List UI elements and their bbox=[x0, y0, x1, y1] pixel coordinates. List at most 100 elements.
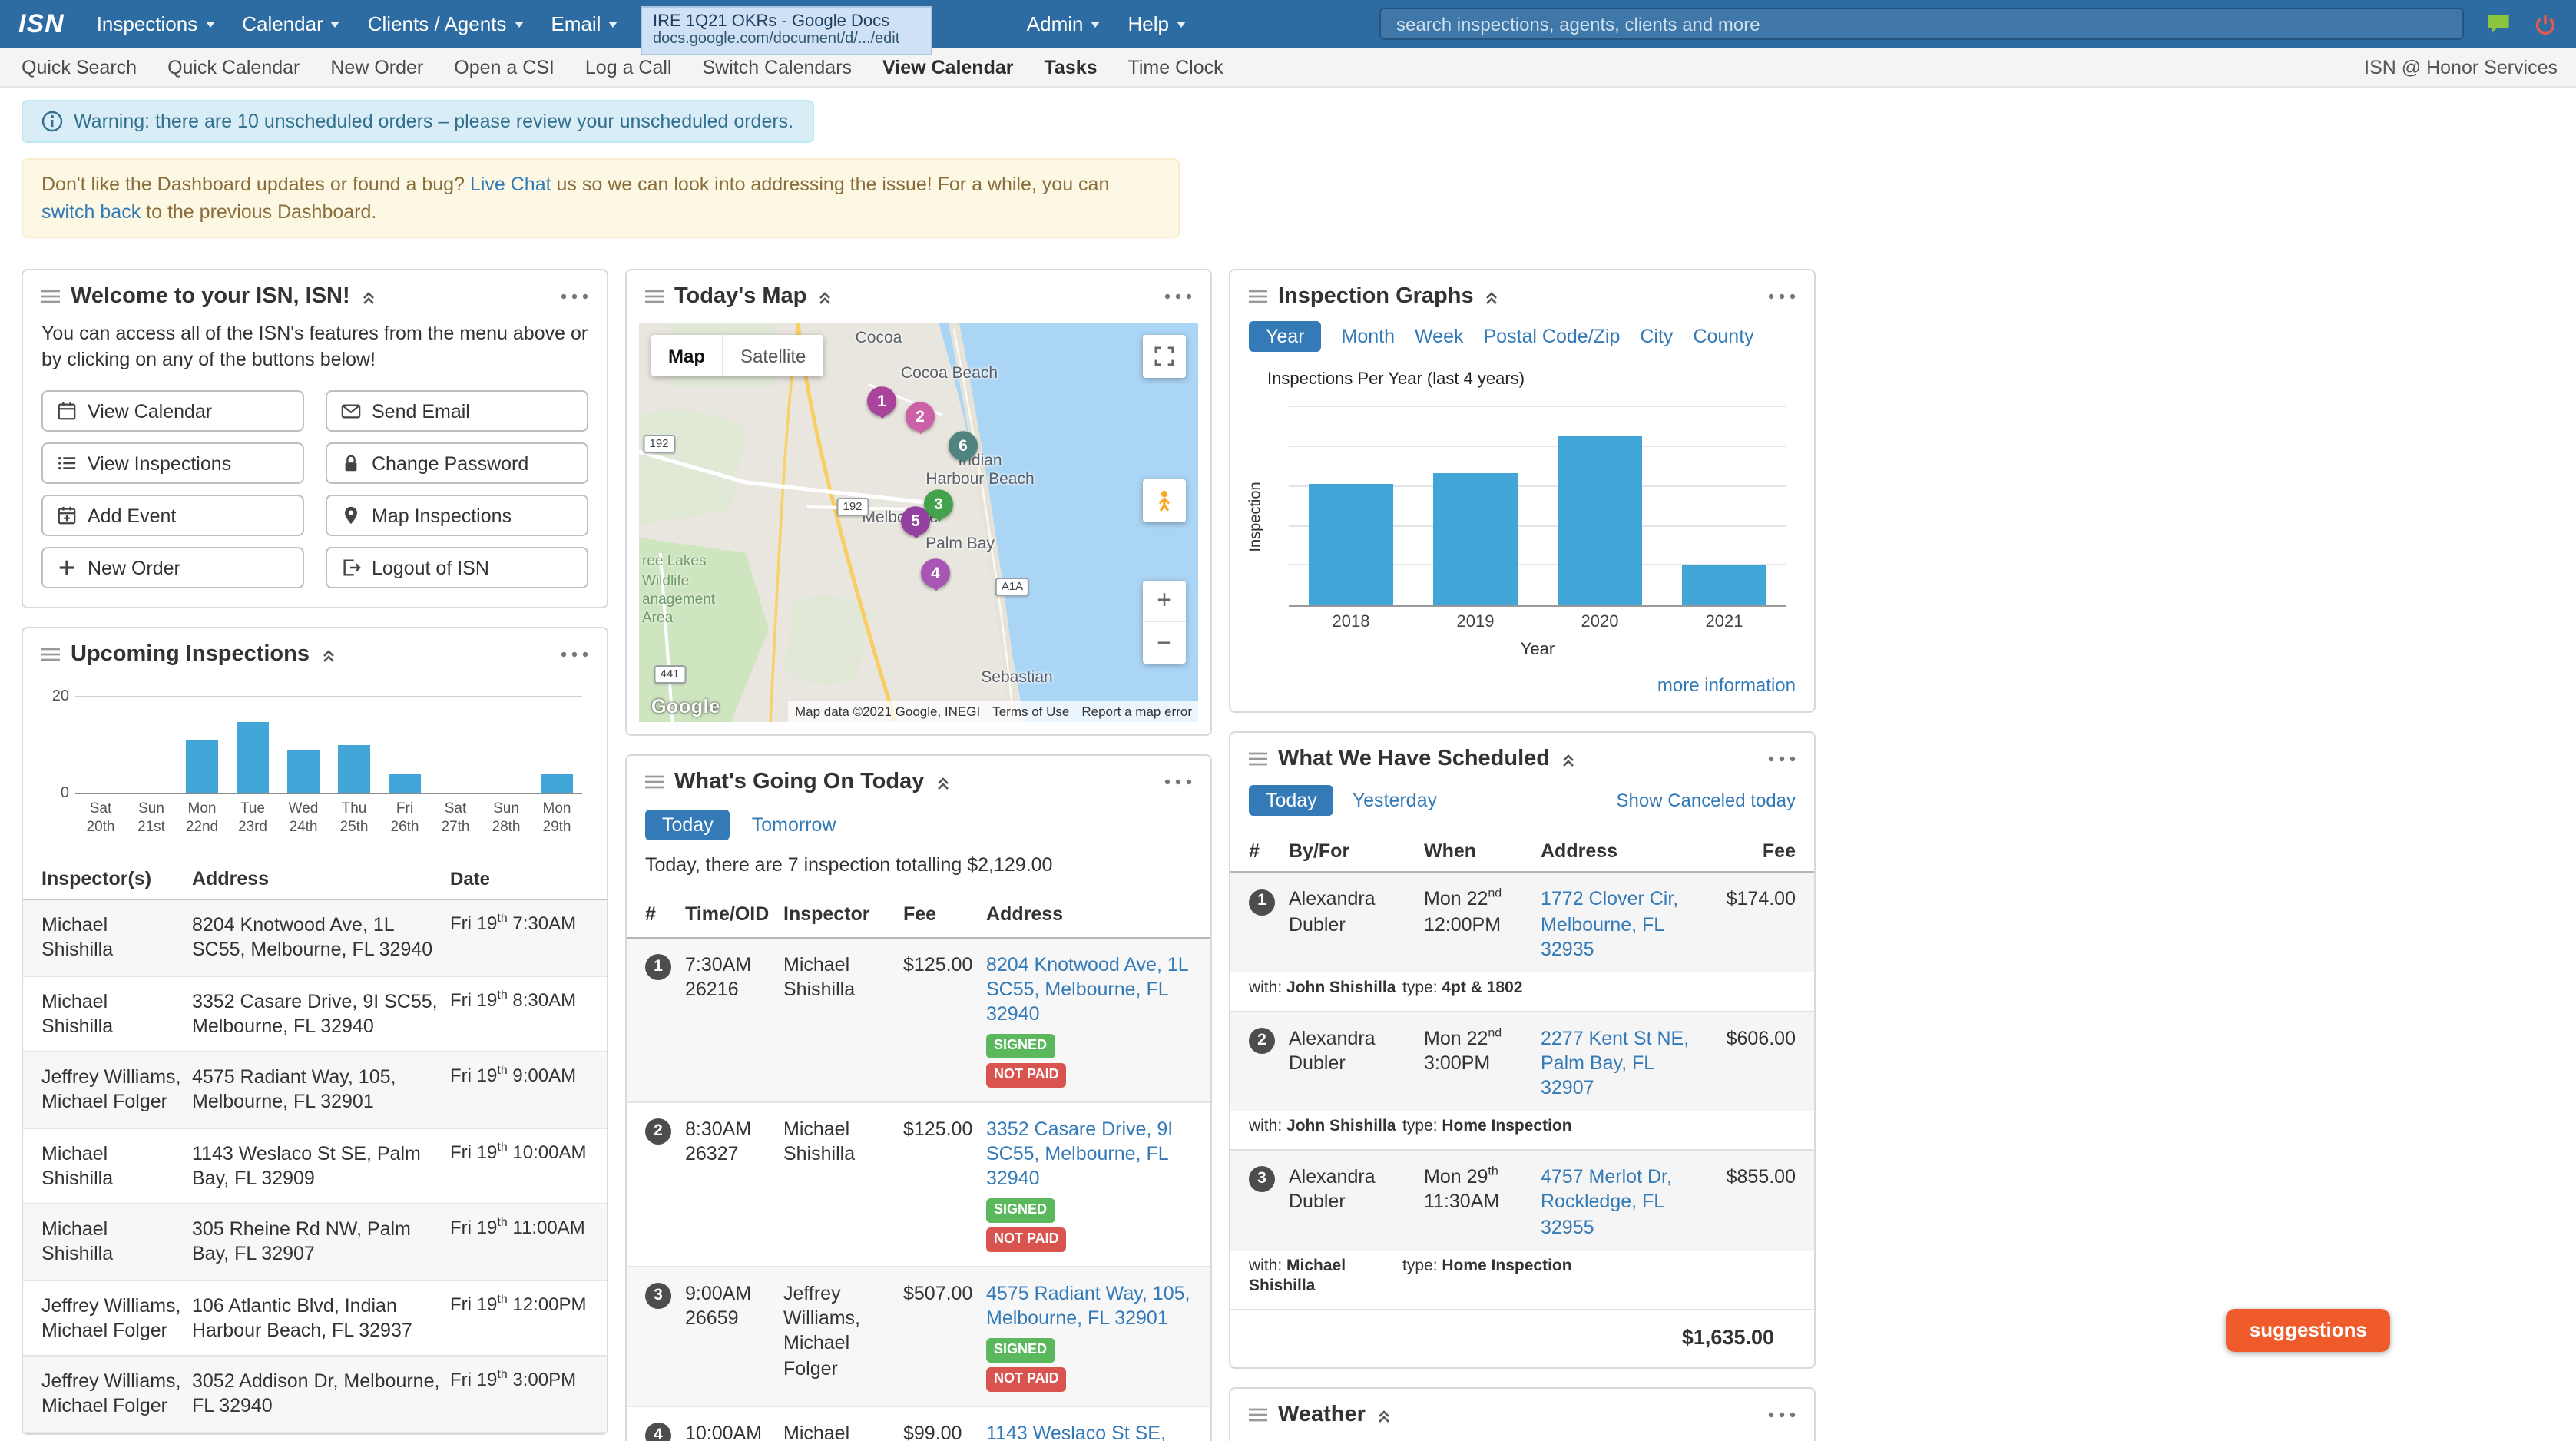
collapse-icon[interactable] bbox=[1561, 754, 1576, 769]
more-information-row: more information bbox=[1230, 672, 1814, 712]
tab-month[interactable]: Month bbox=[1342, 326, 1396, 348]
address-link[interactable]: 3352 Casare Drive, 9I SC55, Melbourne, F… bbox=[986, 1118, 1173, 1189]
address-link[interactable]: 8204 Knotwood Ave, 1L SC55, Melbourne, F… bbox=[986, 953, 1188, 1025]
subnav-item-tasks[interactable]: Tasks bbox=[1029, 56, 1113, 78]
nav-menu-help[interactable]: Help bbox=[1114, 0, 1200, 48]
collapse-icon[interactable] bbox=[817, 291, 833, 306]
column-header: # bbox=[645, 903, 656, 926]
link-preview-tooltip: IRE 1Q21 OKRs - Google Docs docs.google.… bbox=[641, 6, 932, 55]
tab-city[interactable]: City bbox=[1640, 326, 1673, 348]
subnav-item-quick-calendar[interactable]: Quick Calendar bbox=[152, 56, 315, 78]
zoom-out-button[interactable]: − bbox=[1143, 623, 1186, 664]
power-icon[interactable] bbox=[2533, 12, 2558, 36]
lock-icon bbox=[345, 455, 357, 472]
subnav-item-log-a-call[interactable]: Log a Call bbox=[570, 56, 687, 78]
table-row: Jeffrey Williams, Michael Folger 3052 Ad… bbox=[23, 1357, 607, 1433]
view-calendar-button[interactable]: View Calendar bbox=[41, 390, 304, 432]
map-label-sebastian: Sebastian bbox=[981, 668, 1053, 687]
nav-menu-email[interactable]: Email bbox=[537, 0, 631, 48]
live-chat-link[interactable]: Live Chat bbox=[470, 174, 551, 195]
tab-year[interactable]: Year bbox=[1249, 321, 1322, 353]
drag-handle-icon[interactable] bbox=[1249, 1407, 1267, 1423]
card-menu-icon[interactable] bbox=[1164, 780, 1192, 786]
logout-button[interactable]: Logout of ISN bbox=[326, 547, 588, 588]
satellite-view-button[interactable]: Satellite bbox=[722, 335, 823, 377]
map-view-button[interactable]: Map bbox=[651, 336, 722, 377]
card-menu-icon[interactable] bbox=[561, 294, 588, 300]
switch-back-link[interactable]: switch back bbox=[41, 201, 141, 223]
type-label: type: bbox=[1402, 1117, 1438, 1136]
view-inspections-button[interactable]: View Inspections bbox=[41, 442, 304, 484]
report-map-error-link[interactable]: Report a map error bbox=[1075, 701, 1198, 723]
column-header: Date bbox=[450, 868, 491, 889]
nav-menu-calendar[interactable]: Calendar bbox=[228, 0, 354, 48]
map-inspections-button[interactable]: Map Inspections bbox=[326, 495, 588, 536]
tab-county[interactable]: County bbox=[1693, 326, 1753, 348]
new-order-button[interactable]: New Order bbox=[41, 547, 304, 588]
drag-handle-icon[interactable] bbox=[645, 290, 664, 305]
map-marker-2[interactable]: 2 bbox=[906, 402, 935, 432]
address-link[interactable]: 2277 Kent St NE, Palm Bay, FL 32907 bbox=[1541, 1027, 1689, 1098]
address-link[interactable]: 4575 Radiant Way, 105, Melbourne, FL 329… bbox=[986, 1283, 1190, 1330]
map-label-cocoa: Cocoa bbox=[855, 329, 902, 348]
chat-icon[interactable] bbox=[2485, 11, 2511, 37]
more-information-link[interactable]: more information bbox=[1657, 675, 1796, 697]
fee-cell: $99.00 bbox=[903, 1422, 962, 1441]
nav-menu-clients-agents[interactable]: Clients / Agents bbox=[354, 0, 538, 48]
show-canceled-link[interactable]: Show Canceled today bbox=[1617, 790, 1796, 812]
drag-handle-icon[interactable] bbox=[1249, 752, 1267, 767]
chevron-down-icon bbox=[608, 21, 618, 27]
tab-today[interactable]: Today bbox=[645, 810, 730, 841]
search-input[interactable] bbox=[1379, 8, 2464, 40]
change-password-button[interactable]: Change Password bbox=[326, 442, 588, 484]
card-menu-icon[interactable] bbox=[561, 651, 588, 658]
map-marker-6[interactable]: 6 bbox=[949, 431, 978, 461]
tab-tomorrow[interactable]: Tomorrow bbox=[752, 815, 836, 836]
zoom-in-button[interactable]: + bbox=[1143, 581, 1186, 623]
card-menu-icon[interactable] bbox=[1768, 294, 1796, 300]
collapse-icon[interactable] bbox=[1485, 291, 1500, 306]
collapse-icon[interactable] bbox=[935, 777, 950, 792]
tab-postal-code-zip[interactable]: Postal Code/Zip bbox=[1484, 326, 1621, 348]
map-marker-1[interactable]: 1 bbox=[867, 386, 896, 416]
tab-week[interactable]: Week bbox=[1415, 326, 1463, 348]
drag-handle-icon[interactable] bbox=[41, 290, 60, 305]
collapse-icon[interactable] bbox=[320, 648, 336, 664]
nav-menu-inspections[interactable]: Inspections bbox=[83, 0, 229, 48]
subnav-item-switch-calendars[interactable]: Switch Calendars bbox=[687, 56, 868, 78]
collapse-icon[interactable] bbox=[1376, 1409, 1392, 1424]
address-link[interactable]: 4757 Merlot Dr, Rockledge, FL 32955 bbox=[1541, 1166, 1672, 1237]
chart-category-label: 2018 bbox=[1332, 613, 1370, 632]
card-title: Welcome to your ISN, ISN! bbox=[71, 284, 350, 310]
add-event-button[interactable]: Add Event bbox=[41, 495, 304, 536]
address-link[interactable]: 1772 Clover Cir, Melbourne, FL 32935 bbox=[1541, 889, 1678, 960]
alert-text[interactable]: Warning: there are 10 unscheduled orders… bbox=[74, 111, 793, 132]
card-menu-icon[interactable] bbox=[1164, 294, 1192, 300]
subnav-item-time-clock[interactable]: Time Clock bbox=[1113, 56, 1239, 78]
row-number-badge: 3 bbox=[645, 1283, 671, 1310]
map-marker-5[interactable]: 5 bbox=[901, 506, 930, 536]
subnav-item-new-order[interactable]: New Order bbox=[315, 56, 439, 78]
subnav-item-quick-search[interactable]: Quick Search bbox=[18, 56, 152, 78]
drag-handle-icon[interactable] bbox=[1249, 290, 1267, 305]
fullscreen-button[interactable] bbox=[1143, 335, 1186, 379]
chart-category-label: 2021 bbox=[1705, 613, 1743, 632]
card-menu-icon[interactable] bbox=[1768, 757, 1796, 763]
card-menu-icon[interactable] bbox=[1768, 1412, 1796, 1418]
drag-handle-icon[interactable] bbox=[41, 647, 60, 662]
nav-menu-admin[interactable]: Admin bbox=[1013, 0, 1114, 48]
terms-of-use-link[interactable]: Terms of Use bbox=[986, 701, 1076, 723]
tab-today[interactable]: Today bbox=[1249, 785, 1334, 817]
collapse-icon[interactable] bbox=[361, 291, 376, 306]
subnav-item-view-calendar[interactable]: View Calendar bbox=[867, 56, 1028, 78]
suggestions-button[interactable]: suggestions bbox=[2226, 1309, 2390, 1352]
street-view-pegman[interactable] bbox=[1143, 479, 1186, 523]
drag-handle-icon[interactable] bbox=[645, 775, 664, 790]
address-link[interactable]: 1143 Weslaco St SE, Palm Bay, FL 32909 bbox=[986, 1422, 1166, 1441]
map-marker-4[interactable]: 4 bbox=[921, 558, 950, 588]
subnav-item-open-a-csi[interactable]: Open a CSI bbox=[439, 56, 570, 78]
send-email-button[interactable]: Send Email bbox=[326, 390, 588, 432]
fee-cell: $125.00 bbox=[903, 1118, 973, 1140]
tab-yesterday[interactable]: Yesterday bbox=[1353, 790, 1437, 812]
google-map[interactable]: Cocoa Cocoa Beach Indian Harbour Beach M… bbox=[639, 323, 1198, 723]
